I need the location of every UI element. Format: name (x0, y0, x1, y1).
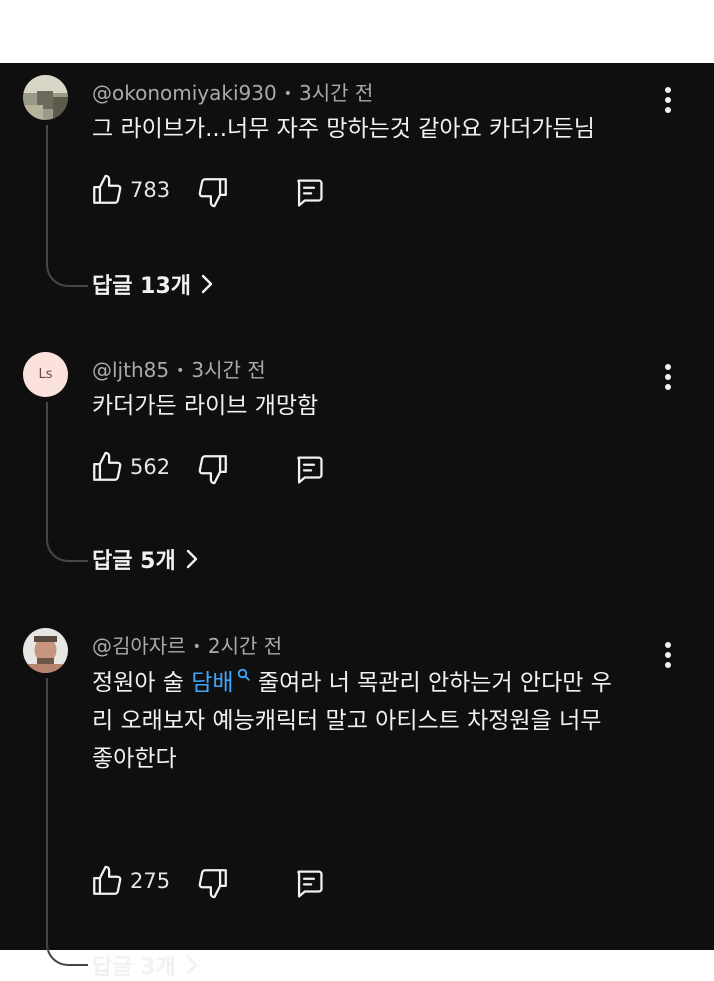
avatar-initials: Ls (38, 367, 53, 382)
reply-button[interactable] (292, 452, 326, 486)
thumbs-down-icon (198, 178, 227, 208)
hashtag-search-link[interactable]: 담배 (191, 668, 250, 696)
chevron-right-icon (186, 955, 197, 975)
comment-actions: 562 (90, 450, 350, 490)
thumbs-up-icon (93, 451, 122, 481)
avatar[interactable] (23, 75, 68, 120)
like-count: 783 (130, 178, 171, 202)
thumbs-down-icon (198, 869, 227, 899)
replies-label: 답글 3개 (92, 955, 176, 980)
separator-dot: • (176, 363, 185, 379)
comment-text-segment: 줄여라 너 목관리 안하는거 안다만 우 (250, 670, 612, 696)
comment-meta: @okonomiyaki930 • 3시간 전 (92, 77, 373, 106)
comment-actions: 783 (90, 173, 350, 213)
comment-username[interactable]: @김아자르 (92, 634, 186, 658)
thread-line (46, 402, 88, 562)
comment-line: 정원아 술 담배 줄여라 너 목관리 안하는거 안다만 우 (92, 664, 672, 702)
comment-text: 카더가든 라이브 개망함 (92, 393, 319, 419)
comment-time: 3시간 전 (298, 81, 374, 105)
dislike-button[interactable] (196, 866, 230, 900)
avatar[interactable]: Ls (23, 352, 68, 397)
like-button[interactable] (90, 173, 124, 207)
comment-line: 좋아한다 (92, 746, 177, 772)
like-count: 275 (130, 869, 171, 893)
thread-line (46, 125, 88, 287)
chevron-right-icon (186, 549, 197, 569)
comment-meta: @ljth85 • 3시간 전 (92, 354, 266, 383)
comment-actions: 275 (90, 864, 350, 904)
replies-label: 답글 13개 (92, 274, 191, 299)
separator-dot: • (192, 639, 201, 655)
like-count: 562 (130, 455, 171, 479)
reply-button[interactable] (292, 866, 326, 900)
thumbs-down-icon (198, 455, 227, 485)
comment-icon (297, 456, 323, 484)
comment-line: 리 오래보자 예능캐릭터 말고 아티스트 차정원을 너무 (92, 708, 602, 734)
dislike-button[interactable] (196, 452, 230, 486)
comment-text-segment: 정원아 술 (92, 670, 192, 696)
thumbs-up-icon (93, 865, 122, 895)
chevron-right-icon (201, 274, 213, 294)
view-replies-button[interactable]: 답글 13개 (92, 268, 213, 300)
like-button[interactable] (90, 864, 124, 898)
view-replies-button[interactable]: 답글 5개 (92, 543, 198, 575)
comment-icon (297, 179, 323, 207)
comment-meta: @김아자르 • 2시간 전 (92, 630, 282, 659)
search-icon (237, 668, 250, 681)
comments-panel: @okonomiyaki930 • 3시간 전 그 라이브가...너무 자주 망하는… (0, 63, 714, 980)
comment-text: 정원아 술 담배 줄여라 너 목관리 안하는거 안다만 우 리 오래보자 예능캐… (92, 664, 672, 778)
comment-username[interactable]: @okonomiyaki930 (92, 81, 277, 105)
hashtag-text: 담배 (191, 670, 234, 696)
thread-line (46, 678, 88, 966)
avatar[interactable] (23, 628, 68, 673)
separator-dot: • (283, 86, 292, 102)
comment-time: 2시간 전 (207, 634, 283, 658)
thumbs-up-icon (93, 174, 122, 204)
comment-time: 3시간 전 (191, 358, 266, 382)
view-replies-button[interactable]: 답글 3개 (92, 949, 198, 981)
comment-text: 그 라이브가...너무 자주 망하는것 같아요 카더가든님 (92, 116, 595, 142)
dislike-button[interactable] (196, 175, 230, 209)
comment-username[interactable]: @ljth85 (92, 358, 169, 382)
like-button[interactable] (90, 450, 124, 484)
comment-icon (297, 870, 323, 898)
replies-label: 답글 5개 (92, 549, 176, 574)
reply-button[interactable] (292, 175, 326, 209)
